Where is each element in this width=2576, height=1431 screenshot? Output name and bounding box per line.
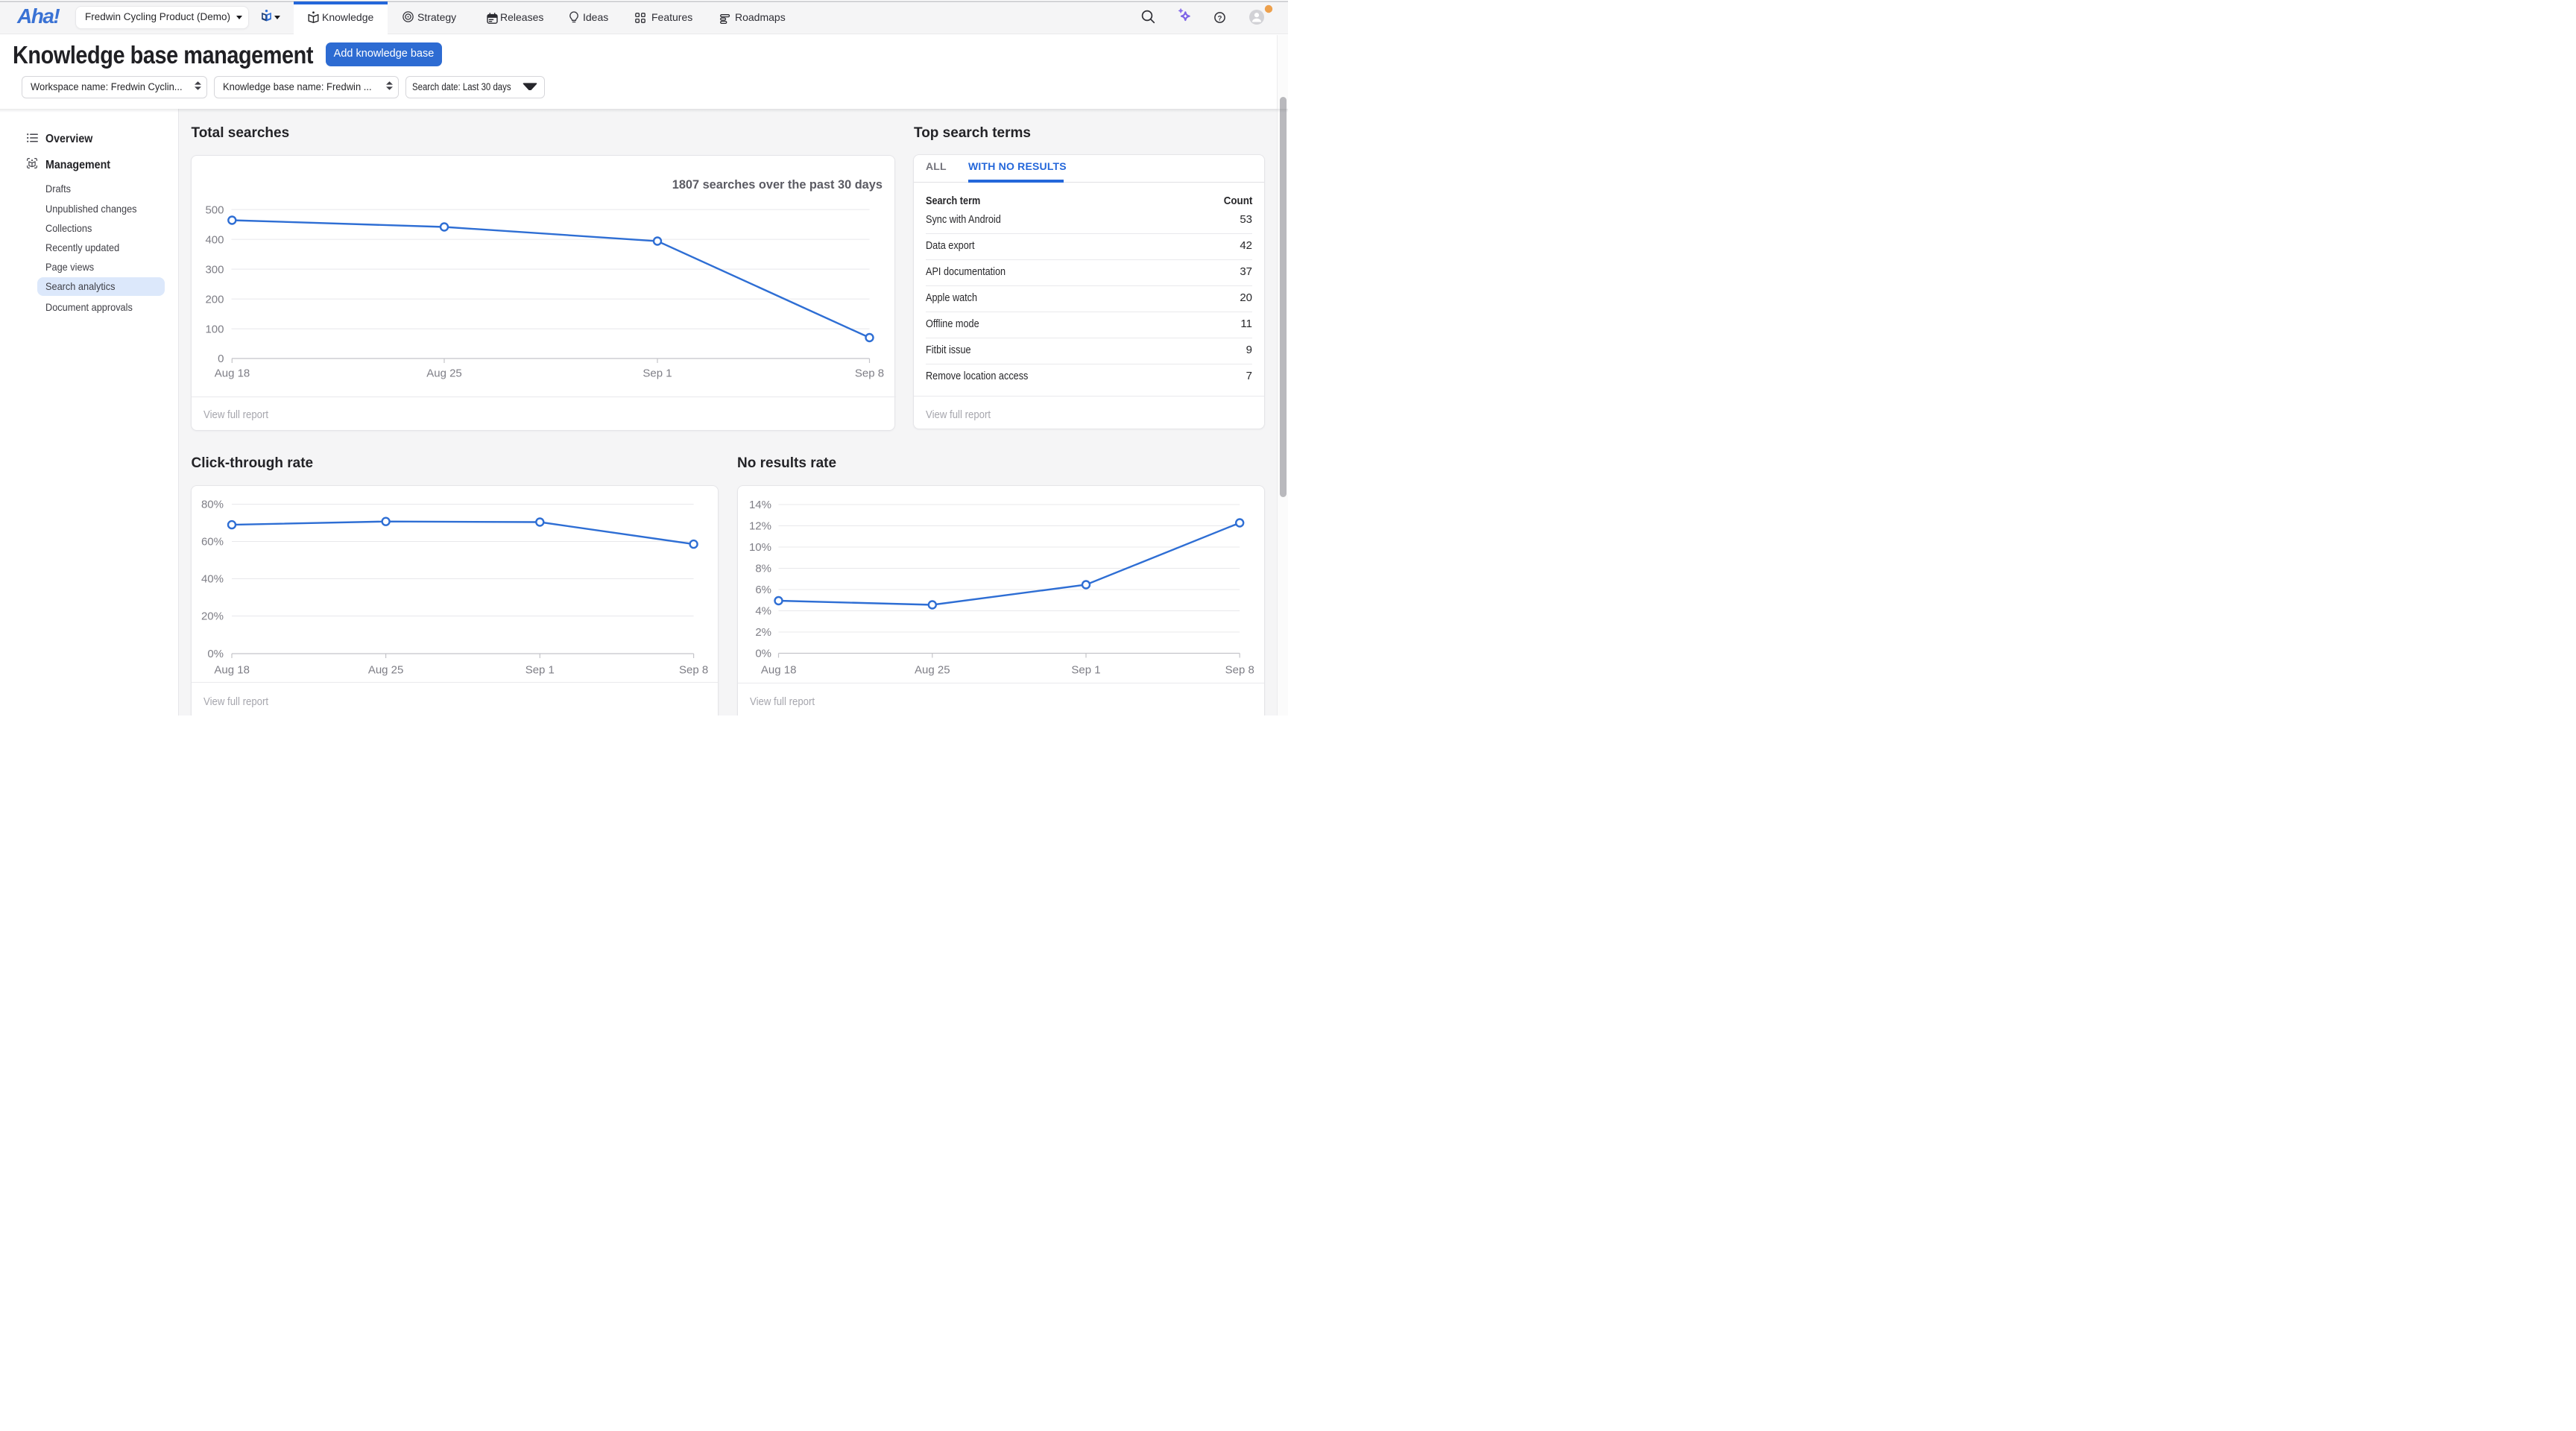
svg-text:40%: 40%: [201, 572, 224, 585]
svg-text:300: 300: [205, 263, 224, 276]
svg-text:0%: 0%: [207, 648, 224, 660]
svg-text:8%: 8%: [755, 562, 771, 575]
svg-text:80%: 80%: [201, 498, 224, 511]
svg-text:Sep 1: Sep 1: [643, 367, 672, 379]
svg-text:14%: 14%: [748, 499, 771, 511]
svg-text:Sep 8: Sep 8: [1225, 663, 1254, 676]
svg-text:Aug 25: Aug 25: [915, 663, 950, 676]
svg-text:100: 100: [205, 323, 224, 335]
svg-text:10%: 10%: [748, 541, 771, 554]
svg-text:Sep 8: Sep 8: [679, 663, 708, 676]
svg-text:200: 200: [205, 293, 224, 306]
svg-text:Sep 8: Sep 8: [855, 367, 884, 379]
svg-text:Aug 18: Aug 18: [214, 663, 250, 676]
svg-text:500: 500: [205, 203, 224, 216]
svg-text:Sep 1: Sep 1: [1071, 663, 1100, 676]
svg-text:Aug 25: Aug 25: [368, 663, 404, 676]
svg-text:400: 400: [205, 233, 224, 246]
svg-text:6%: 6%: [755, 584, 771, 596]
svg-text:0%: 0%: [755, 647, 771, 660]
svg-text:Aug 18: Aug 18: [215, 367, 250, 379]
svg-text:12%: 12%: [748, 519, 771, 532]
svg-text:Aug 18: Aug 18: [760, 663, 796, 676]
svg-text:Sep 1: Sep 1: [525, 663, 555, 676]
svg-text:?: ?: [1218, 14, 1222, 22]
svg-text:20%: 20%: [201, 610, 224, 622]
svg-text:4%: 4%: [755, 604, 771, 617]
svg-text:2%: 2%: [755, 626, 771, 639]
svg-text:Aug 25: Aug 25: [426, 367, 462, 379]
svg-text:0: 0: [218, 353, 224, 365]
svg-text:60%: 60%: [201, 535, 224, 548]
